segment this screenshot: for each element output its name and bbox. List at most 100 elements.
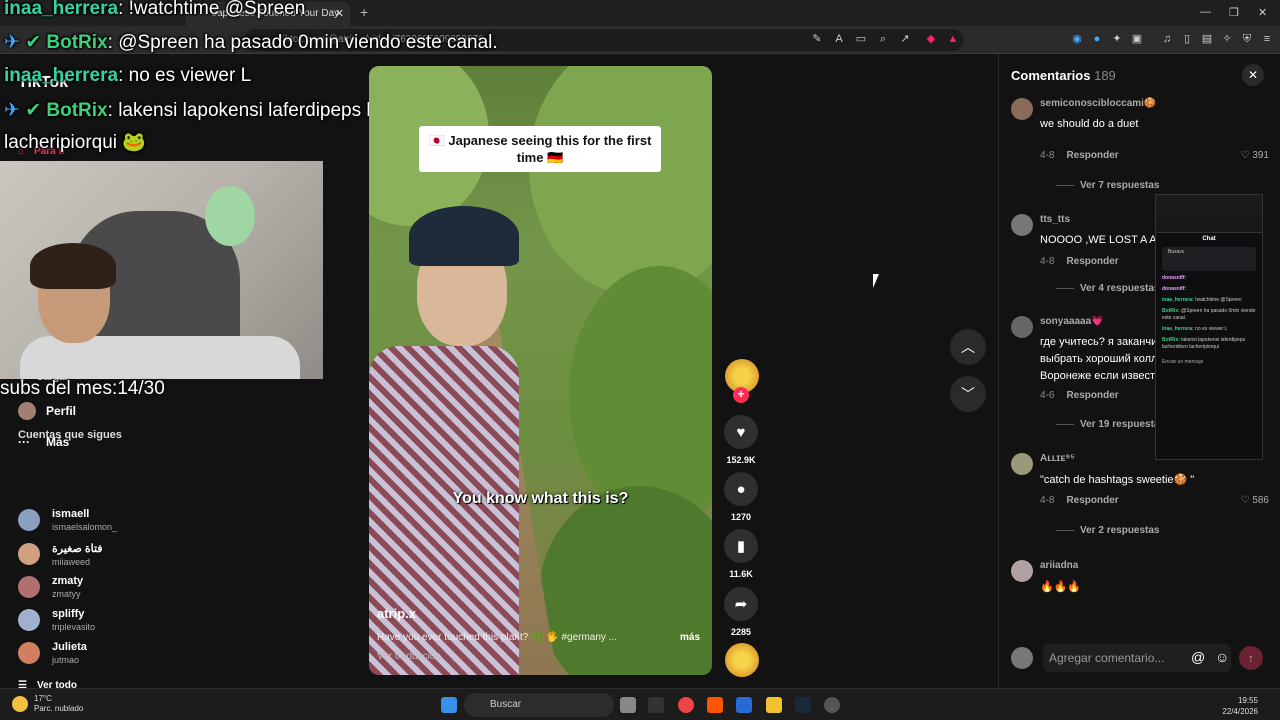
puzzle-icon[interactable]: ✦ <box>1110 32 1124 46</box>
avatar[interactable] <box>1011 453 1033 475</box>
search-label: Buscar <box>490 699 522 710</box>
save-action[interactable]: ▮ 11.6K <box>724 529 758 579</box>
system-clock[interactable]: 19:55 22/4/2026 <box>1222 695 1258 717</box>
avatar[interactable] <box>1011 98 1033 120</box>
avatar[interactable] <box>1011 560 1033 582</box>
avatar[interactable] <box>1011 316 1033 338</box>
comment-user[interactable]: sonyaaaaa💗 <box>1040 316 1104 327</box>
view-replies-link[interactable]: Ver 2 respuestas <box>1056 525 1160 536</box>
vpn-icon[interactable]: ⛨ <box>1240 32 1254 46</box>
sound-disc-icon[interactable] <box>725 643 759 677</box>
close-icon[interactable]: ✕ <box>1242 64 1264 86</box>
list-item[interactable]: Julieta jutmao <box>18 638 87 668</box>
extension-icon[interactable]: ◉ <box>1070 32 1084 46</box>
rewards-icon[interactable]: ▲ <box>946 32 960 46</box>
reply-button[interactable]: Responder <box>1066 150 1118 161</box>
brave-icon[interactable] <box>707 697 723 713</box>
comment-count: 189 <box>1094 68 1116 83</box>
view-replies-link[interactable]: Ver 4 respuestas <box>1056 283 1160 294</box>
leo-icon[interactable]: ✧ <box>1220 32 1234 46</box>
follow-handle: jutmao <box>52 655 80 665</box>
mention-icon[interactable]: @ <box>1191 649 1205 665</box>
comment-date: 4-8 <box>1040 256 1055 267</box>
extension-icon[interactable]: ● <box>1090 32 1104 46</box>
emoji-icon[interactable]: ☺ <box>1215 649 1229 665</box>
send-button[interactable]: ↑ <box>1239 646 1263 670</box>
chat-line: donasniff: <box>1156 273 1262 284</box>
screenshot-icon[interactable]: ▣ <box>1130 32 1144 46</box>
steam-icon[interactable] <box>795 697 811 713</box>
epic-games-icon[interactable] <box>648 697 664 713</box>
view-replies-link[interactable]: Ver 19 respuestas <box>1056 419 1165 430</box>
windows-start-icon[interactable] <box>441 697 457 713</box>
like-count[interactable]: ♡ 586 <box>1241 495 1269 506</box>
weather-text: Parc. nublado <box>34 704 84 713</box>
wallet-icon[interactable]: ▤ <box>1200 32 1214 46</box>
menu-icon[interactable]: ≡ <box>1260 32 1274 46</box>
share-icon[interactable]: ↗ <box>898 32 912 46</box>
cast-icon[interactable]: ▭ <box>854 32 868 46</box>
new-tab-icon[interactable]: + <box>360 4 368 20</box>
video-player[interactable]: 🇯🇵 Japanese seeing this for the first ti… <box>369 66 712 675</box>
share-arrow-icon[interactable]: ➦ <box>724 587 758 621</box>
brave-shield-icon[interactable]: ◆ <box>924 32 938 46</box>
previous-video-button[interactable]: ︿ <box>950 329 986 365</box>
comment-user[interactable]: Aʟʟɪᴇ⁹⁵ <box>1040 453 1075 464</box>
list-item[interactable]: فتاة صغيرة miiaweed <box>18 539 103 569</box>
video-author[interactable]: atrip.x <box>377 606 416 621</box>
follow-plus-icon[interactable]: + <box>733 387 749 403</box>
comment-user[interactable]: ariiadna <box>1040 560 1078 571</box>
comment-date: 4-8 <box>1040 495 1055 506</box>
comment-user[interactable]: semiconoscibloccami🍪 <box>1040 98 1156 109</box>
translate-link[interactable]: Ver traducción <box>377 651 441 662</box>
comment-icon[interactable]: ● <box>724 472 758 506</box>
video-description: Have you ever touched this plant? 🌿 🖐 #g… <box>377 632 618 643</box>
chat-window-titlebar[interactable] <box>1156 195 1262 217</box>
list-item[interactable]: spliffy triplevasito <box>18 605 95 635</box>
more-link[interactable]: más <box>680 632 700 643</box>
comments-title: Comentarios 189 <box>1011 68 1116 83</box>
reply-button[interactable]: Responder <box>1066 390 1118 401</box>
minimize-icon[interactable]: — <box>1200 6 1211 18</box>
store-icon[interactable] <box>736 697 752 713</box>
avatar <box>18 543 40 565</box>
pinned-gift: Buxavv <box>1162 247 1256 271</box>
taskbar-search[interactable]: Buscar <box>464 693 614 717</box>
heart-icon[interactable]: ♥ <box>724 415 758 449</box>
sidebar-icon[interactable]: ▯ <box>1180 32 1194 46</box>
list-item[interactable]: zmaty zmatyy <box>18 572 83 602</box>
translate-icon[interactable]: A <box>832 32 846 46</box>
close-tab-icon[interactable]: ✕ <box>335 7 344 20</box>
comment-action[interactable]: ● 1270 <box>724 472 758 522</box>
reader-icon[interactable]: ✎ <box>810 32 824 46</box>
list-item[interactable]: ismaell ismaelsalomon_ <box>18 505 117 535</box>
reply-button[interactable]: Responder <box>1066 495 1118 506</box>
chat-line: donasniff: <box>1156 284 1262 295</box>
taskbar: 17°C Parc. nublado Buscar 19:55 22/4/202… <box>0 688 1280 720</box>
task-view-icon[interactable] <box>620 697 636 713</box>
chrome-icon[interactable] <box>678 697 694 713</box>
next-video-button[interactable]: ﹀ <box>950 376 986 412</box>
weather-widget[interactable]: 17°C Parc. nublado <box>12 694 83 714</box>
like-action[interactable]: ♥ 152.9K <box>724 415 758 465</box>
view-replies-link[interactable]: Ver 7 respuestas <box>1056 180 1160 191</box>
obs-icon[interactable] <box>824 697 840 713</box>
close-window-icon[interactable]: ✕ <box>1258 6 1267 19</box>
video-subtitle: You know what this is? <box>452 490 629 507</box>
chat-send-input[interactable]: Enviar un mensaje <box>1156 357 1262 368</box>
music-icon[interactable]: ♫ <box>1160 32 1174 46</box>
comment-meta: 4-8 Responder <box>1040 495 1119 506</box>
zoom-icon[interactable]: ⌕ <box>876 32 890 46</box>
floating-chat-window[interactable]: Chat Buxavv donasniff: donasniff: inaa_h… <box>1155 194 1263 460</box>
sidebar-item-profile[interactable]: Perfil <box>18 402 76 420</box>
like-count[interactable]: ♡ 391 <box>1241 150 1269 161</box>
maximize-icon[interactable]: ❐ <box>1229 6 1239 19</box>
reply-button[interactable]: Responder <box>1066 256 1118 267</box>
bookmark-icon[interactable]: ▮ <box>724 529 758 563</box>
avatar[interactable] <box>1011 214 1033 236</box>
follow-name: spliffy <box>52 608 85 620</box>
comment-user[interactable]: tts_tts <box>1040 214 1070 225</box>
share-action[interactable]: ➦ 2285 <box>724 587 758 637</box>
folder-icon[interactable] <box>766 697 782 713</box>
chat-window-toolbar <box>1156 217 1262 233</box>
